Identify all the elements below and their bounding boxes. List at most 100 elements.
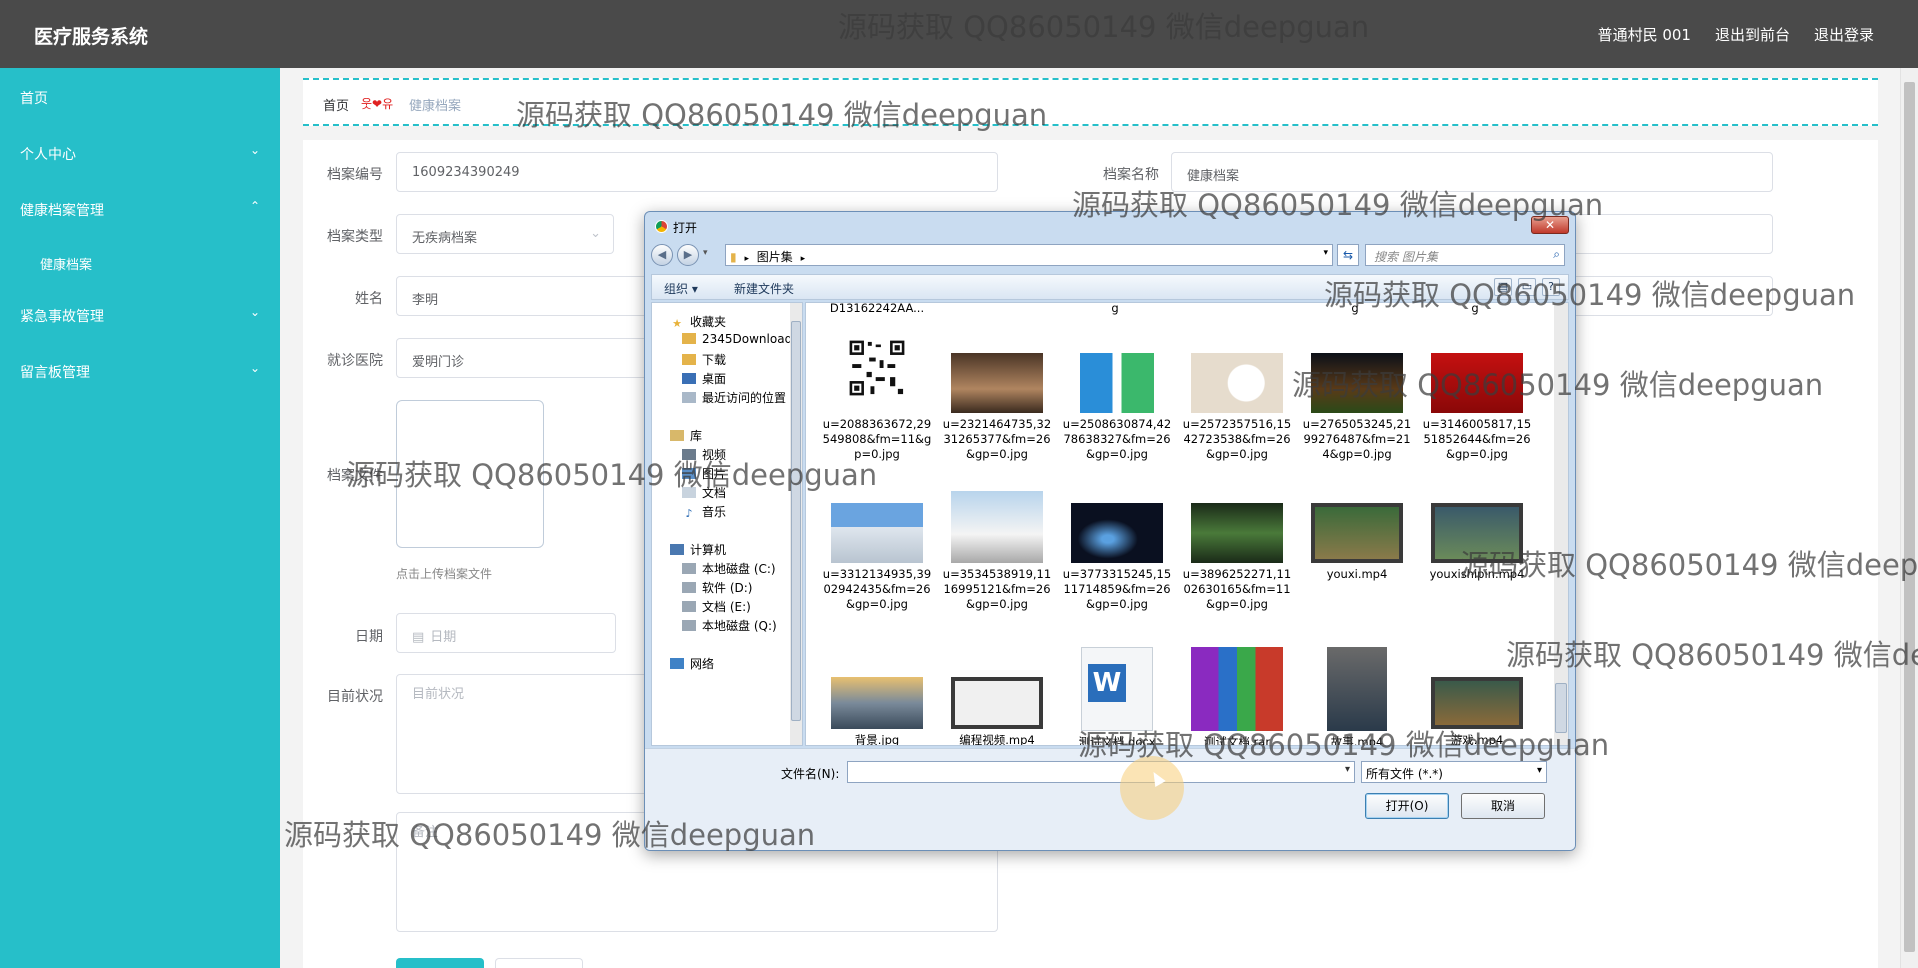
nav-drive-e[interactable]: 文档 (E:) xyxy=(682,598,751,615)
open-button[interactable]: 打开(O) xyxy=(1365,793,1449,819)
nav-label: 下载 xyxy=(702,353,727,367)
nav-desktop[interactable]: 桌面 xyxy=(682,370,726,387)
top-links: 普通村民 001 退出到前台 退出登录 xyxy=(1598,24,1874,45)
filetype-value: 所有文件 (*.*) xyxy=(1366,767,1443,781)
video-file-thumbnail xyxy=(1327,647,1387,731)
qr-code-image xyxy=(847,338,907,398)
dialog-cancel-button[interactable]: 取消 xyxy=(1461,793,1545,819)
user-name[interactable]: 普通村民 001 xyxy=(1598,24,1691,45)
address-bar[interactable]: ▮ ▸ 图片集 ▸ ▾ xyxy=(725,244,1333,266)
lake-sunset-image-thumbnail xyxy=(831,677,923,729)
breadcrumb-home[interactable]: 首页 xyxy=(323,95,349,114)
file-name: u=2508630874,4278638327&fm=26&gp=0.jpg xyxy=(1062,417,1172,461)
sidebar: 首页 个人中心 ⌄ 健康档案管理 ⌃ 健康档案 紧急事故管理 ⌄ 留言板管理 ⌄ xyxy=(0,68,280,968)
back-arrow-icon[interactable]: ◀ xyxy=(651,244,673,266)
filetype-select[interactable]: 所有文件 (*.*) ▾ xyxy=(1361,761,1547,783)
submit-button[interactable] xyxy=(396,958,484,968)
nav-drive-d[interactable]: 软件 (D:) xyxy=(682,579,752,596)
word-document-icon: W xyxy=(1081,647,1153,731)
nav-drive-q[interactable]: 本地磁盘 (Q:) xyxy=(682,617,777,634)
folder-icon xyxy=(682,333,696,344)
upload-tip: 点击上传档案文件 xyxy=(396,567,493,581)
video-file-thumbnail xyxy=(1311,503,1403,563)
date-input[interactable]: ▤ 日期 xyxy=(396,613,616,653)
logout-link[interactable]: 退出登录 xyxy=(1814,24,1874,45)
new-folder-button[interactable]: 新建文件夹 xyxy=(734,280,794,297)
nav-label: 网络 xyxy=(690,657,715,671)
file-item[interactable]: u=2321464735,3231265377&fm=26&gp=0.jpg xyxy=(942,353,1052,462)
watermark: 源码获取 QQ86050149 微信deepguan xyxy=(1460,548,1918,582)
file-item[interactable]: u=2572357516,1542723538&fm=26&gp=0.jpg xyxy=(1182,353,1292,462)
type-select[interactable]: 无疾病档案 ⌄ xyxy=(396,214,614,254)
nav-scrollbar-thumb[interactable] xyxy=(791,321,801,721)
back-to-front-link[interactable]: 退出到前台 xyxy=(1715,24,1790,45)
watermark: 源码获取 QQ86050149 微信deepguan xyxy=(1078,728,1610,762)
video-file-thumbnail xyxy=(951,677,1043,729)
nav-scrollbar[interactable] xyxy=(790,303,802,745)
file-name: youxi.mp4 xyxy=(1326,567,1388,581)
file-name: u=3896252271,1102630165&fm=11&gp=0.jpg xyxy=(1182,567,1292,611)
hospital-label: 就诊医院 xyxy=(327,353,383,369)
file-item[interactable]: 编程视频.mp4 xyxy=(942,677,1052,746)
space-light-image-thumbnail xyxy=(1071,503,1163,563)
nav-favorites[interactable]: ★ 收藏夹 xyxy=(670,313,726,330)
forward-arrow-icon[interactable]: ▶ xyxy=(677,244,699,266)
watermark: 源码获取 QQ86050149 微信deepguan xyxy=(1292,368,1824,402)
calendar-icon: ▤ xyxy=(412,630,425,645)
address-path[interactable]: 图片集 xyxy=(757,250,793,264)
chevron-down-icon[interactable]: ▾ xyxy=(1345,764,1350,775)
file-item[interactable]: 背景.jpg xyxy=(822,677,932,745)
file-item[interactable]: u=3773315245,1511714859&fm=26&gp=0.jpg xyxy=(1062,503,1172,612)
page-scrollbar[interactable] xyxy=(1900,68,1918,968)
search-input[interactable]: 搜索 图片集 ⌕ xyxy=(1365,244,1565,266)
refresh-icon[interactable]: ⇆ xyxy=(1337,244,1359,266)
file-item[interactable]: u=3312134935,3902942435&fm=26&gp=0.jpg xyxy=(822,503,932,612)
file-item[interactable]: u=2508630874,4278638327&fm=26&gp=0.jpg xyxy=(1062,353,1172,462)
file-name: u=2765053245,2199276487&fm=214&gp=0.jpg xyxy=(1302,417,1412,461)
sidebar-item-health-records-mgmt[interactable]: 健康档案管理 ⌃ xyxy=(20,199,260,220)
search-icon[interactable]: ⌕ xyxy=(1553,247,1560,262)
nav-label: 本地磁盘 (Q:) xyxy=(702,619,777,633)
nav-network[interactable]: 网络 xyxy=(670,655,714,672)
sidebar-item-home[interactable]: 首页 xyxy=(20,88,260,108)
network-icon xyxy=(670,658,684,669)
cancel-button[interactable] xyxy=(495,958,583,968)
watermark: 源码获取 QQ86050149 微信deepguan xyxy=(1072,188,1604,222)
file-item[interactable]: D13162242AA... xyxy=(822,303,932,316)
drive-icon xyxy=(682,601,696,612)
nav-recent[interactable]: 最近访问的位置 xyxy=(682,389,786,406)
nav-music[interactable]: ♪ 音乐 xyxy=(682,503,726,520)
sidebar-item-emergency[interactable]: 紧急事故管理 ⌄ xyxy=(20,305,260,326)
watermark: 源码获取 QQ86050149 微信deepguan xyxy=(284,818,816,852)
movie-still-image-thumbnail xyxy=(1191,503,1283,563)
nav-drive-c[interactable]: 本地磁盘 (C:) xyxy=(682,560,776,577)
file-item[interactable]: u=3896252271,1102630165&fm=11&gp=0.jpg xyxy=(1182,503,1292,612)
organize-button[interactable]: 组织 ▾ xyxy=(664,280,698,297)
nav-computer[interactable]: 计算机 xyxy=(670,541,726,558)
file-item[interactable]: g xyxy=(1060,303,1170,316)
office-image-thumbnail xyxy=(951,353,1043,413)
file-item[interactable]: u=2088363672,29549808&fm=11&gp=0.jpg xyxy=(822,323,932,462)
nav-libraries[interactable]: 库 xyxy=(670,427,702,444)
history-chevron-icon[interactable]: ▾ xyxy=(703,248,708,258)
filename-input[interactable]: ▾ xyxy=(847,761,1355,783)
file-item[interactable]: youxi.mp4 xyxy=(1302,503,1412,582)
computer-icon xyxy=(670,544,684,555)
cursor-highlight xyxy=(1120,756,1184,820)
sidebar-item-label: 个人中心 xyxy=(20,147,76,163)
library-icon xyxy=(670,430,684,441)
nav-2345downloads[interactable]: 2345Downloads xyxy=(682,332,798,346)
date-label: 日期 xyxy=(355,629,383,645)
dialog-title: 打开 xyxy=(673,221,698,235)
chevron-down-icon[interactable]: ▾ xyxy=(1323,248,1328,258)
file-no-input[interactable]: 1609234390249 xyxy=(396,152,998,192)
file-item[interactable]: u=3534538919,1116995121&fm=26&gp=0.jpg xyxy=(942,491,1052,612)
page-scrollbar-thumb[interactable] xyxy=(1904,82,1915,952)
sidebar-item-personal[interactable]: 个人中心 ⌄ xyxy=(20,143,260,164)
nav-label: 收藏夹 xyxy=(690,315,727,329)
nav-downloads[interactable]: 下载 xyxy=(682,351,726,368)
file-name: 编程视频.mp4 xyxy=(959,733,1035,746)
sidebar-item-message-board[interactable]: 留言板管理 ⌄ xyxy=(20,361,260,382)
sidebar-item-health-records[interactable]: 健康档案 xyxy=(40,254,92,273)
sidebar-item-label: 首页 xyxy=(20,91,48,107)
